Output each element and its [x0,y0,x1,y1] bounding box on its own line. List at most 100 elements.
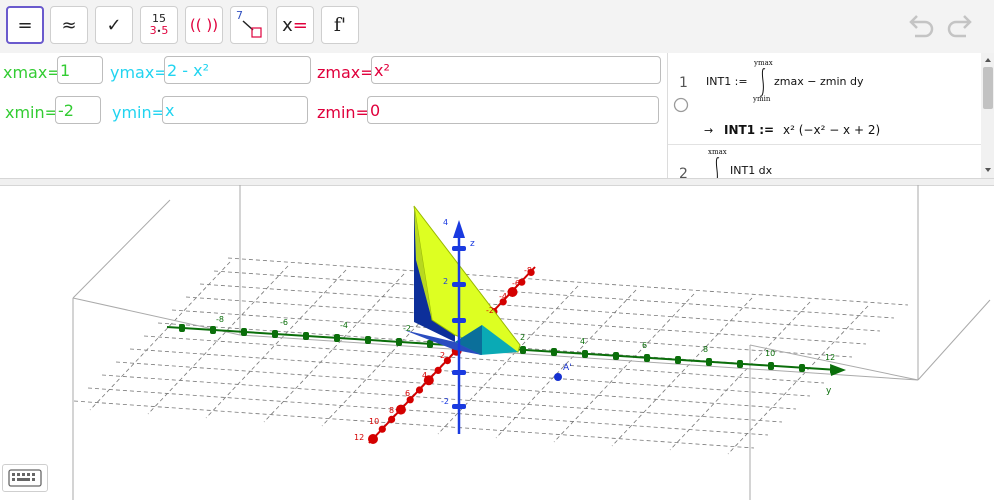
x-tick-12: 12 [354,433,364,442]
derivative-label: f' [333,14,347,36]
y-axis-tick [582,350,588,358]
x-axis-tick [368,434,378,444]
bounding-box [72,185,991,500]
z-tick-2: 2 [443,277,448,286]
y-axis-tick [334,334,340,342]
row-1-result-expr: x² (−x² − x + 2) [783,123,881,137]
y-axis-tick [210,326,216,334]
row-1-upper: ymax [754,59,773,67]
grid-line [553,293,695,443]
check-mode-button[interactable]: ✓ [95,6,133,44]
y-axis-tick [272,330,278,338]
equals-mode-button[interactable]: = [6,6,44,44]
zmin-input[interactable]: 0 [367,96,659,124]
x-tick-neg4: -4 [499,292,507,301]
y-tick-neg8: -8 [216,315,224,324]
y-tick-2: 2 [520,333,525,342]
cas-toolbar: = ≈ ✓ 15 3•5 (( )) 7 x = f' [0,0,994,54]
grid-line [199,283,881,332]
zmax-input[interactable]: x² [371,56,661,84]
redo-icon[interactable] [945,12,975,40]
zmax-label: zmax= [317,63,374,82]
grid-line [227,257,909,306]
x-tick-neg6: -6 [512,279,520,288]
y-axis-label: y [826,386,832,396]
row-1-lower: ymin [753,95,771,103]
factor-mode-button[interactable]: 15 3•5 [140,6,178,44]
row-2-upper: xmax [708,148,727,156]
solve-x-label: x [282,14,293,36]
row-1-integrand: zmax − zmin dy [774,75,864,88]
row-1-toggle[interactable] [673,97,689,113]
row-1-arrow: → [704,124,714,137]
y-tick-neg6: -6 [280,318,288,327]
x-axis-tick [388,415,396,423]
parameter-inputs-panel: xmax= 1 ymax= 2 - x² zmax= x² xmin= -2 y… [0,53,667,178]
grid-line [73,400,755,449]
grid-line [147,265,289,415]
y-axis-tick [427,340,433,348]
y-axis-tick [179,324,185,332]
grid-line [213,270,895,319]
check-label: ✓ [106,14,122,36]
substitute-label: 7 [236,9,243,22]
grid-line [89,261,231,411]
y-axis-tick [241,328,247,336]
ymin-label: ymin= [112,103,166,122]
integral-sign-icon-2 [715,157,720,178]
xmax-input[interactable]: 1 [57,56,103,84]
ymax-input[interactable]: 2 - x² [164,56,311,84]
approx-mode-button[interactable]: ≈ [50,6,88,44]
y-axis-tick [706,358,712,366]
y-tick-6: 6 [642,341,647,350]
y-tick-12: 12 [825,353,835,362]
approx-label: ≈ [61,14,77,36]
x-tick-10: 10 [369,417,379,426]
ymin-input[interactable]: x [162,96,308,124]
factor-left: 3 [149,23,157,37]
y-axis-tick [830,366,836,374]
expand-label: (( )) [189,16,219,34]
equals-label: = [17,14,33,36]
derivative-mode-button[interactable]: f' [321,6,359,44]
y-tick-neg4: -4 [340,321,348,330]
cas-view: 1 INT1 := ymax ymin zmax − zmin dy → INT… [667,53,994,178]
x-axis-tick [507,287,518,297]
factor-bottom-label: 3•5 [149,23,169,38]
x-tick-neg2: -2 [486,306,494,315]
y-tick-4: 4 [580,337,585,346]
x-axis-tick [434,366,442,374]
y-axis-tick [613,352,619,360]
undo-icon[interactable] [906,12,936,40]
cas-scrollbar[interactable] [981,53,994,178]
yellow-surface [413,205,521,353]
y-axis-tick [675,356,681,364]
zmin-label: zmin= [317,103,369,122]
row-1-result-name: INT1 := [724,123,775,137]
point-a-prime[interactable] [554,373,562,381]
graphics-3d-view[interactable]: z 4 2 -2 2 4 6 8 10 12 -2 -4 -6 -8 y 2 4… [0,185,994,500]
scrollbar-arrows [983,58,993,172]
row-2-number: 2 [679,166,688,178]
xmin-label: xmin= [5,103,59,122]
y-axis-tick [551,348,557,356]
substitute-mode-button[interactable]: 7 [230,6,268,44]
grid-line [205,269,347,419]
xmin-input[interactable]: -2 [55,96,101,124]
x-tick-2: 2 [440,351,445,360]
grid-line [669,301,811,451]
y-axis-tick [799,364,805,372]
y-axis-tick [520,346,526,354]
grid-line [263,273,405,423]
y-axis-tick [396,338,402,346]
grid-line [87,387,769,436]
x-axis-tick [395,404,406,415]
grid-line [611,297,753,447]
solve-mode-button[interactable]: x = [276,6,314,44]
z-axis-arrow-icon [453,220,465,238]
z-tick-neg2: -2 [441,397,449,406]
expand-mode-button[interactable]: (( )) [185,6,223,44]
y-tick-8: 8 [703,345,708,354]
row-divider [668,144,981,145]
virtual-keyboard-button[interactable] [2,464,48,492]
